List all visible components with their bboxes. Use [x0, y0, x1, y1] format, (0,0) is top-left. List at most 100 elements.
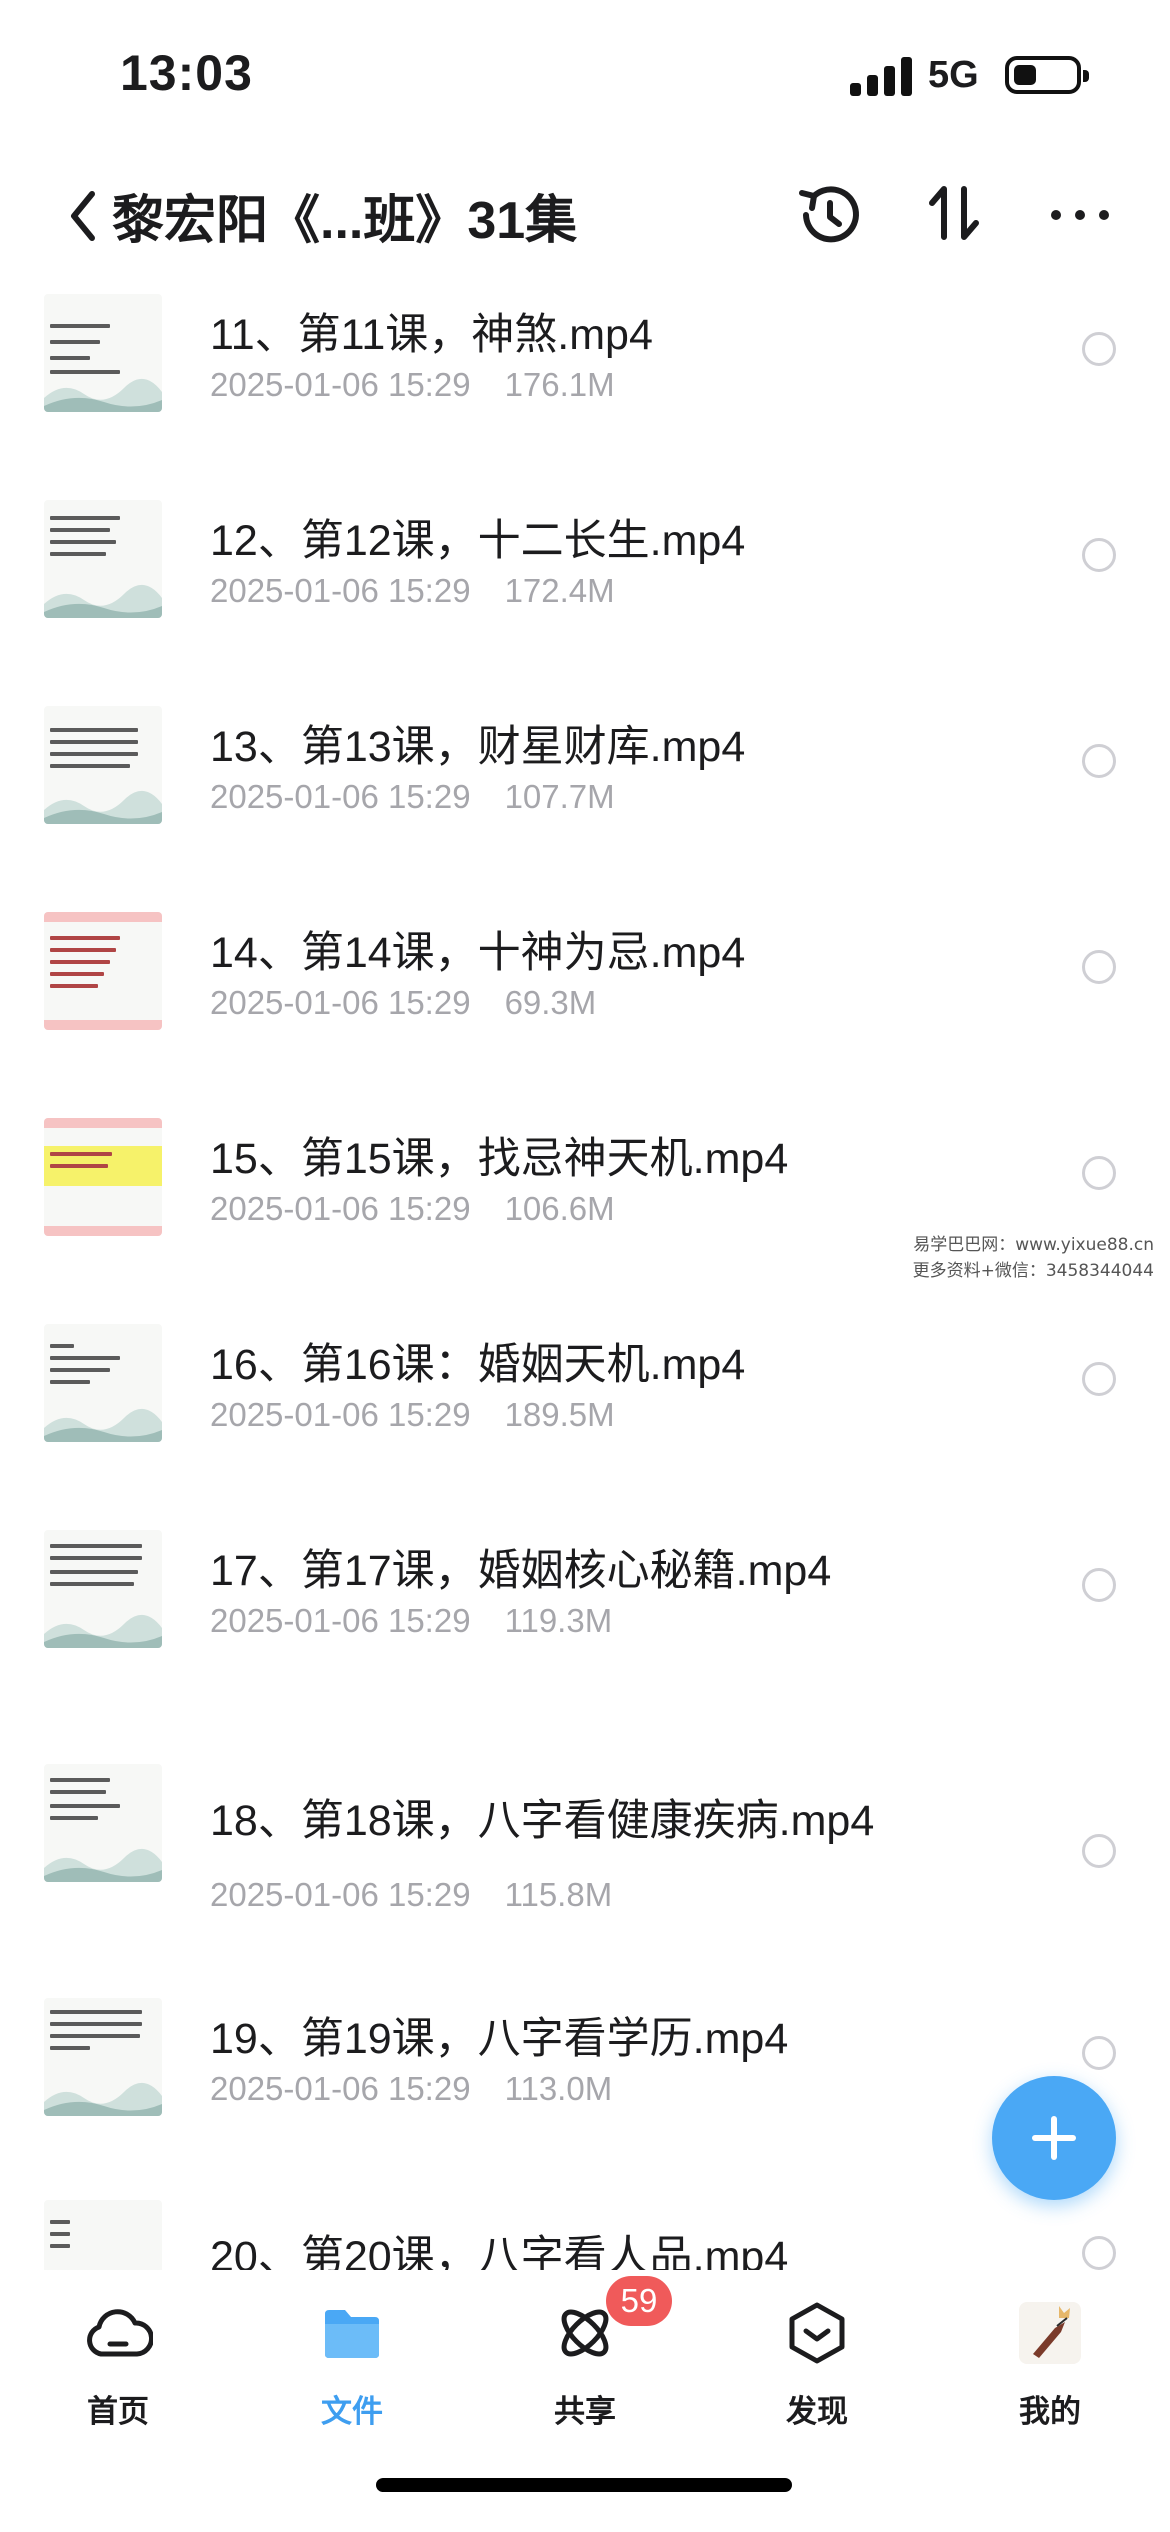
video-thumbnail: [44, 1764, 162, 1882]
file-date: 2025-01-06 15:29: [210, 1602, 471, 1639]
video-thumbnail: [44, 294, 162, 412]
video-thumbnail: [44, 2200, 162, 2270]
file-meta: 2025-01-06 15:29 107.7M: [210, 778, 615, 816]
file-size: 69.3M: [504, 984, 597, 1021]
tab-bar: 首页 文件 共享 发现 我的: [0, 2270, 1170, 2532]
file-meta: 2025-01-06 15:29 69.3M: [210, 984, 596, 1022]
select-checkbox[interactable]: [1082, 1156, 1116, 1190]
video-thumbnail: [44, 1324, 162, 1442]
file-name: 12、第12课，十二长生.mp4: [210, 517, 746, 565]
tab-label: 文件: [321, 2394, 383, 2429]
sort-button[interactable]: [914, 175, 994, 255]
file-size: 176.1M: [504, 366, 615, 403]
chevron-left-icon: [71, 191, 95, 241]
file-meta: 2025-01-06 15:29 115.8M: [210, 1876, 612, 1914]
file-size: 113.0M: [504, 2070, 613, 2107]
select-checkbox[interactable]: [1082, 2036, 1116, 2070]
folder-icon: [325, 2310, 379, 2358]
file-meta: 2025-01-06 15:29 189.5M: [210, 1396, 615, 1434]
file-meta: 2025-01-06 15:29 172.4M: [210, 572, 615, 610]
status-time: 13:03: [120, 45, 253, 101]
video-thumbnail: [44, 912, 162, 1030]
back-button[interactable]: [62, 180, 112, 250]
file-row[interactable]: 16、第16课：婚姻天机.mp4 2025-01-06 15:29 189.5M: [0, 1310, 1170, 1510]
select-checkbox[interactable]: [1082, 332, 1116, 366]
file-row[interactable]: 18、第18课，八字看健康疾病.mp4 2025-01-06 15:29 115.8…: [0, 1750, 1170, 1950]
file-meta: 2025-01-06 15:29 113.0M: [210, 2070, 612, 2108]
file-date: 2025-01-06 15:29: [210, 1190, 471, 1227]
tab-mine[interactable]: 我的: [960, 2292, 1140, 2429]
watermark-line-2: 更多资料+微信：3458344044: [912, 1261, 1154, 1281]
file-size: 172.4M: [504, 572, 615, 609]
file-size: 107.7M: [504, 778, 615, 815]
file-date: 2025-01-06 15:29: [210, 2070, 471, 2107]
file-row[interactable]: 12、第12课，十二长生.mp4 2025-01-06 15:29 172.4M: [0, 486, 1170, 686]
battery-icon: [1005, 56, 1089, 94]
video-thumbnail: [44, 1118, 162, 1236]
tab-label: 发现: [786, 2394, 848, 2429]
tab-home[interactable]: 首页: [28, 2292, 208, 2429]
share-badge: 59: [606, 2276, 672, 2326]
home-indicator: [376, 2478, 792, 2492]
file-name: 18、第18课，八字看健康疾病.mp4: [210, 1797, 875, 1845]
cloud-icon: [87, 2309, 153, 2357]
file-name: 16、第16课：婚姻天机.mp4: [210, 1341, 746, 1389]
select-checkbox[interactable]: [1082, 744, 1116, 778]
file-name: 15、第15课，找忌神天机.mp4: [210, 1135, 789, 1183]
file-name: 20、第20课，八字看人品.mp4: [210, 2233, 789, 2270]
file-date: 2025-01-06 15:29: [210, 366, 471, 403]
file-row[interactable]: 13、第13课，财星财库.mp4 2025-01-06 15:29 107.7M: [0, 692, 1170, 892]
watermark: 易学巴巴网：www.yixue88.cn 更多资料+微信：3458344044: [906, 1232, 1154, 1284]
network-label: 5G: [928, 54, 979, 96]
file-date: 2025-01-06 15:29: [210, 778, 471, 815]
history-icon: [799, 186, 859, 243]
video-thumbnail: [44, 1530, 162, 1648]
status-bar: 13:03 5G: [0, 0, 1170, 150]
file-row[interactable]: 11、第11课，神煞.mp4 2025-01-06 15:29 176.1M: [0, 280, 1170, 480]
page-title: 黎宏阳《...班》31集: [112, 192, 578, 250]
tab-discover[interactable]: 发现: [727, 2292, 907, 2429]
file-size: 106.6M: [504, 1190, 615, 1227]
sort-icon: [929, 186, 979, 240]
file-size: 115.8M: [504, 1876, 613, 1913]
select-checkbox[interactable]: [1082, 2236, 1116, 2270]
file-meta: 2025-01-06 15:29 119.3M: [210, 1602, 612, 1640]
tab-label: 共享: [554, 2394, 616, 2429]
video-thumbnail: [44, 1998, 162, 2116]
file-row[interactable]: 20、第20课，八字看人品.mp4: [0, 2190, 1170, 2270]
history-button[interactable]: [790, 175, 870, 255]
select-checkbox[interactable]: [1082, 1834, 1116, 1868]
video-thumbnail: [44, 706, 162, 824]
tab-label: 首页: [87, 2394, 149, 2429]
video-thumbnail: [44, 500, 162, 618]
file-name: 11、第11课，神煞.mp4: [210, 311, 653, 359]
file-date: 2025-01-06 15:29: [210, 1396, 471, 1433]
more-icon: [1051, 210, 1109, 220]
select-checkbox[interactable]: [1082, 1362, 1116, 1396]
file-row[interactable]: 17、第17课，婚姻核心秘籍.mp4 2025-01-06 15:29 119.3M: [0, 1516, 1170, 1716]
signal-icon: [850, 56, 914, 96]
watermark-line-1: 易学巴巴网：www.yixue88.cn: [913, 1235, 1154, 1255]
file-name: 19、第19课，八字看学历.mp4: [210, 2015, 789, 2063]
discover-icon: [789, 2302, 845, 2364]
tab-files[interactable]: 文件: [262, 2292, 442, 2429]
file-name: 17、第17课，婚姻核心秘籍.mp4: [210, 1547, 832, 1595]
file-date: 2025-01-06 15:29: [210, 572, 471, 609]
select-checkbox[interactable]: [1082, 538, 1116, 572]
tab-label: 我的: [1019, 2394, 1081, 2429]
select-checkbox[interactable]: [1082, 950, 1116, 984]
file-row[interactable]: 14、第14课，十神为忌.mp4 2025-01-06 15:29 69.3M: [0, 898, 1170, 1098]
file-name: 13、第13课，财星财库.mp4: [210, 723, 746, 771]
header: 黎宏阳《...班》31集: [0, 160, 1170, 280]
avatar-icon: [1019, 2302, 1081, 2364]
add-button[interactable]: [992, 2076, 1116, 2200]
file-meta: 2025-01-06 15:29 176.1M: [210, 366, 615, 404]
select-checkbox[interactable]: [1082, 1568, 1116, 1602]
file-size: 119.3M: [504, 1602, 613, 1639]
file-meta: 2025-01-06 15:29 106.6M: [210, 1190, 615, 1228]
file-name: 14、第14课，十神为忌.mp4: [210, 929, 746, 977]
file-date: 2025-01-06 15:29: [210, 1876, 471, 1913]
file-date: 2025-01-06 15:29: [210, 984, 471, 1021]
file-size: 189.5M: [504, 1396, 615, 1433]
more-button[interactable]: [1040, 175, 1120, 255]
